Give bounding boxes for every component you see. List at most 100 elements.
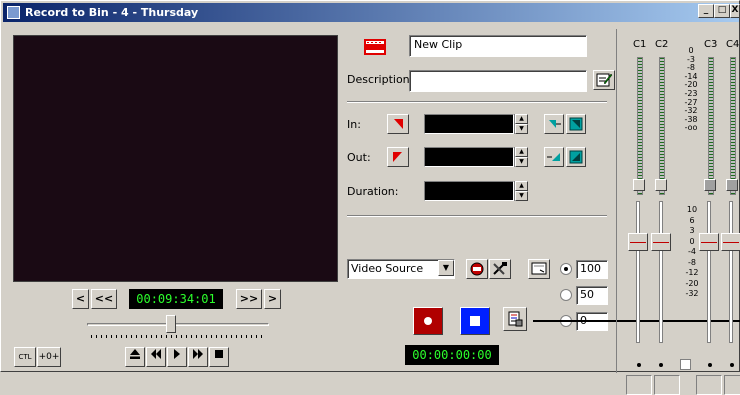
- fader-tick: -20: [685, 278, 699, 288]
- eject-icon: [130, 349, 140, 359]
- fast-forward-button[interactable]: >>: [236, 289, 262, 309]
- clear-out-button[interactable]: [566, 147, 586, 167]
- solo-button-c4[interactable]: [726, 179, 738, 191]
- solo-button-c1[interactable]: [633, 179, 645, 191]
- source-timecode: 00:09:34:01: [129, 289, 223, 309]
- record-button[interactable]: [413, 307, 443, 335]
- pan-dot-c3: [708, 363, 712, 367]
- go-to-out-button[interactable]: [544, 147, 564, 167]
- edit-description-button[interactable]: [593, 70, 615, 90]
- go-to-in-button[interactable]: [544, 114, 564, 134]
- log-button[interactable]: [503, 307, 527, 331]
- fader-c1[interactable]: [627, 201, 649, 343]
- rewind-icon: [151, 349, 161, 359]
- record-window: Record to Bin - 4 - Thursday _ □ X < << …: [0, 0, 740, 395]
- duration-spinner[interactable]: ▲ ▼: [514, 181, 528, 201]
- record-icon: [424, 317, 432, 325]
- fader-knob[interactable]: [651, 233, 671, 251]
- tools-icon: [493, 262, 507, 275]
- chevron-down-icon[interactable]: ▼: [438, 260, 454, 276]
- level-meter-c1: [637, 57, 643, 195]
- clip-icon: [364, 38, 386, 56]
- play-button[interactable]: [167, 347, 187, 367]
- duration-field[interactable]: [424, 181, 514, 201]
- channel-box-c1[interactable]: [626, 375, 652, 395]
- out-timecode-field[interactable]: [424, 147, 514, 167]
- channel-label-c2: C2: [655, 39, 669, 50]
- solo-button-c3[interactable]: [704, 179, 716, 191]
- clear-in-icon: [569, 117, 583, 131]
- clear-in-button[interactable]: [566, 114, 586, 134]
- close-button[interactable]: X: [730, 4, 740, 18]
- clear-out-icon: [569, 150, 583, 164]
- db-tick: -oo: [684, 123, 698, 133]
- db-scale: 0 -3 -8 -14 -20 -23 -27 -32 -38 -oo: [681, 46, 701, 133]
- link-checkbox[interactable]: [680, 359, 691, 370]
- quality-radio-100[interactable]: [560, 263, 572, 275]
- fader-scale: 10 6 3 0 -4 -8 -12 -20 -32: [681, 205, 703, 300]
- maximize-button[interactable]: □: [714, 4, 730, 18]
- fast-forward-transport-button[interactable]: [188, 347, 208, 367]
- ctl-button[interactable]: CTL: [14, 347, 36, 367]
- step-forward-button[interactable]: >: [264, 289, 281, 309]
- tools-button[interactable]: [489, 259, 511, 279]
- fader-tick: -8: [688, 257, 696, 267]
- separator: [347, 101, 607, 103]
- quality-field-50[interactable]: 50: [576, 286, 608, 305]
- channel-label-c1: C1: [633, 39, 647, 50]
- channel-box-c4[interactable]: [724, 375, 740, 395]
- stop-icon: [470, 316, 480, 326]
- mark-out-button[interactable]: [387, 147, 409, 167]
- video-source-value: Video Source: [351, 262, 424, 275]
- source-settings-button[interactable]: [466, 259, 488, 279]
- video-source-select[interactable]: Video Source ▼: [347, 259, 455, 279]
- eject-button[interactable]: [125, 347, 145, 367]
- quality-field-100[interactable]: 100: [576, 260, 608, 279]
- shuttle-thumb[interactable]: [166, 315, 176, 333]
- shuttle-slider[interactable]: [87, 315, 269, 338]
- fader-c2[interactable]: [650, 201, 672, 343]
- channel-label-c4: C4: [726, 39, 740, 50]
- level-meter-c2: [659, 57, 665, 195]
- channel-box-c3[interactable]: [696, 375, 722, 395]
- fader-knob[interactable]: [628, 233, 648, 251]
- rewind-transport-button[interactable]: [146, 347, 166, 367]
- description-label: Description:: [347, 73, 414, 86]
- fader-c4[interactable]: [720, 201, 740, 343]
- channel-label-c3: C3: [704, 39, 718, 50]
- duration-label: Duration:: [347, 185, 399, 198]
- offset-button[interactable]: +0+: [37, 347, 61, 367]
- rewind-button[interactable]: <<: [91, 289, 117, 309]
- pan-dot-c2: [659, 363, 663, 367]
- in-timecode-field[interactable]: [424, 114, 514, 134]
- in-label: In:: [347, 118, 361, 131]
- source-settings-icon: [470, 262, 484, 276]
- out-label: Out:: [347, 151, 371, 164]
- fader-tick: -32: [685, 289, 699, 298]
- app-icon: [7, 6, 20, 19]
- stop-transport-button[interactable]: [209, 347, 229, 367]
- play-icon: [174, 349, 180, 359]
- separator: [347, 215, 607, 217]
- fast-forward-icon: [193, 349, 203, 359]
- out-spinner[interactable]: ▲ ▼: [514, 147, 528, 167]
- description-field[interactable]: [409, 70, 587, 92]
- solo-button-c2[interactable]: [655, 179, 667, 191]
- level-meter-c4: [730, 57, 736, 195]
- in-spinner[interactable]: ▲ ▼: [514, 114, 528, 134]
- minimize-button[interactable]: _: [698, 4, 714, 18]
- video-monitor: [13, 35, 338, 282]
- quality-radio-50[interactable]: [560, 289, 572, 301]
- title-bar[interactable]: Record to Bin - 4 - Thursday: [3, 3, 739, 22]
- window-title: Record to Bin - 4 - Thursday: [25, 6, 199, 19]
- notepad-pencil-icon: [596, 73, 613, 87]
- clip-name-field[interactable]: New Clip: [409, 35, 587, 57]
- fader-knob[interactable]: [721, 233, 740, 251]
- channel-box-c2[interactable]: [654, 375, 680, 395]
- stop-button[interactable]: [460, 307, 490, 335]
- mark-in-icon: [394, 119, 403, 129]
- capture-settings-button[interactable]: [528, 259, 550, 279]
- fader-tick: 0: [689, 236, 695, 246]
- mark-in-button[interactable]: [387, 114, 409, 134]
- step-back-button[interactable]: <: [72, 289, 89, 309]
